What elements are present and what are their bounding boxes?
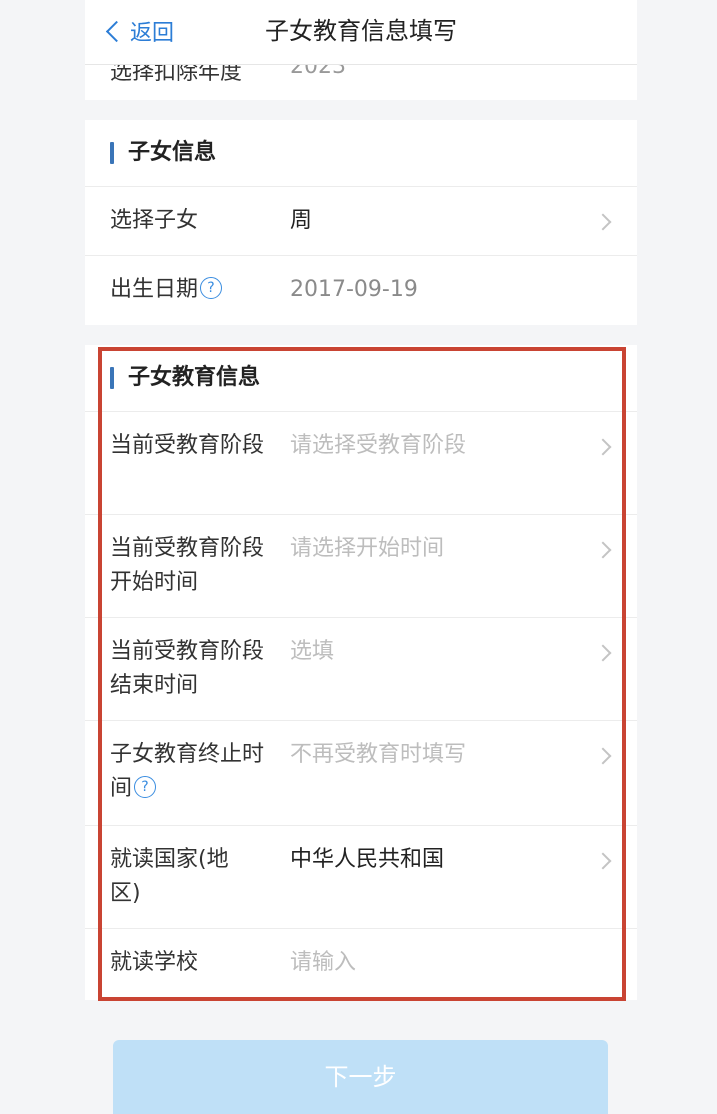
education-stage-value: 请选择受教育阶段 xyxy=(290,433,467,458)
child-info-header: 子女信息 xyxy=(85,120,637,187)
study-country-label: 就读国家(地区) xyxy=(110,847,229,906)
next-step-button[interactable]: 下一步 xyxy=(113,1040,608,1114)
study-school-input[interactable]: 请输入 xyxy=(290,946,356,980)
chevron-right-icon xyxy=(594,644,612,662)
stage-start-time-label: 当前受教育阶段开始时间 xyxy=(110,536,265,595)
help-icon[interactable]: ? xyxy=(134,776,157,798)
stage-end-time-row[interactable]: 当前受教育阶段结束时间 选填 xyxy=(85,618,637,721)
education-stage-label: 当前受教育阶段 xyxy=(110,433,265,458)
education-end-time-row[interactable]: 子女教育终止时间? 不再受教育时填写 xyxy=(85,721,637,826)
section-bar-icon xyxy=(110,367,114,389)
page-title: 子女教育信息填写 xyxy=(265,17,457,45)
education-stage-row[interactable]: 当前受教育阶段 请选择受教育阶段 xyxy=(85,412,637,515)
child-info-title: 子女信息 xyxy=(128,140,217,165)
chevron-right-icon xyxy=(594,541,612,559)
stage-start-time-row[interactable]: 当前受教育阶段开始时间 请选择开始时间 xyxy=(85,515,637,618)
birth-date-label: 出生日期? xyxy=(110,273,270,307)
nav-bar: 返回 子女教育信息填写 xyxy=(85,0,637,65)
education-info-title: 子女教育信息 xyxy=(128,365,261,390)
select-child-row[interactable]: 选择子女 周 xyxy=(85,187,637,256)
stage-start-time-value: 请选择开始时间 xyxy=(290,536,445,561)
study-country-row[interactable]: 就读国家(地区) 中华人民共和国 xyxy=(85,826,637,929)
study-school-label: 就读学校 xyxy=(110,950,199,975)
birth-date-value: 2017-09-19 xyxy=(290,277,418,302)
education-end-time-label: 子女教育终止时间? xyxy=(110,742,265,801)
help-icon[interactable]: ? xyxy=(200,277,223,299)
select-child-label: 选择子女 xyxy=(110,208,199,233)
birth-date-row: 出生日期? 2017-09-19 xyxy=(85,256,637,326)
stage-end-time-label: 当前受教育阶段结束时间 xyxy=(110,639,265,698)
chevron-right-icon xyxy=(594,747,612,765)
child-info-card: 子女信息 选择子女 周 出生日期? 2017-09-19 xyxy=(85,120,637,325)
education-info-card: 子女教育信息 当前受教育阶段 请选择受教育阶段 当前受教育阶段开始时间 请选择开… xyxy=(85,345,637,1000)
chevron-right-icon xyxy=(594,852,612,870)
study-country-value: 中华人民共和国 xyxy=(290,847,445,872)
chevron-right-icon xyxy=(594,438,612,456)
phone-screen: 选择扣除年度 2023 返回 子女教育信息填写 子女信息 选择子女 周 出生日期… xyxy=(85,0,637,1114)
stage-end-time-value: 选填 xyxy=(290,639,335,664)
education-info-header: 子女教育信息 xyxy=(85,345,637,412)
select-child-value: 周 xyxy=(290,208,313,233)
section-bar-icon xyxy=(110,142,114,164)
education-end-time-value: 不再受教育时填写 xyxy=(290,742,467,767)
study-school-row[interactable]: 就读学校 请输入 xyxy=(85,929,637,1005)
chevron-right-icon xyxy=(594,213,612,231)
